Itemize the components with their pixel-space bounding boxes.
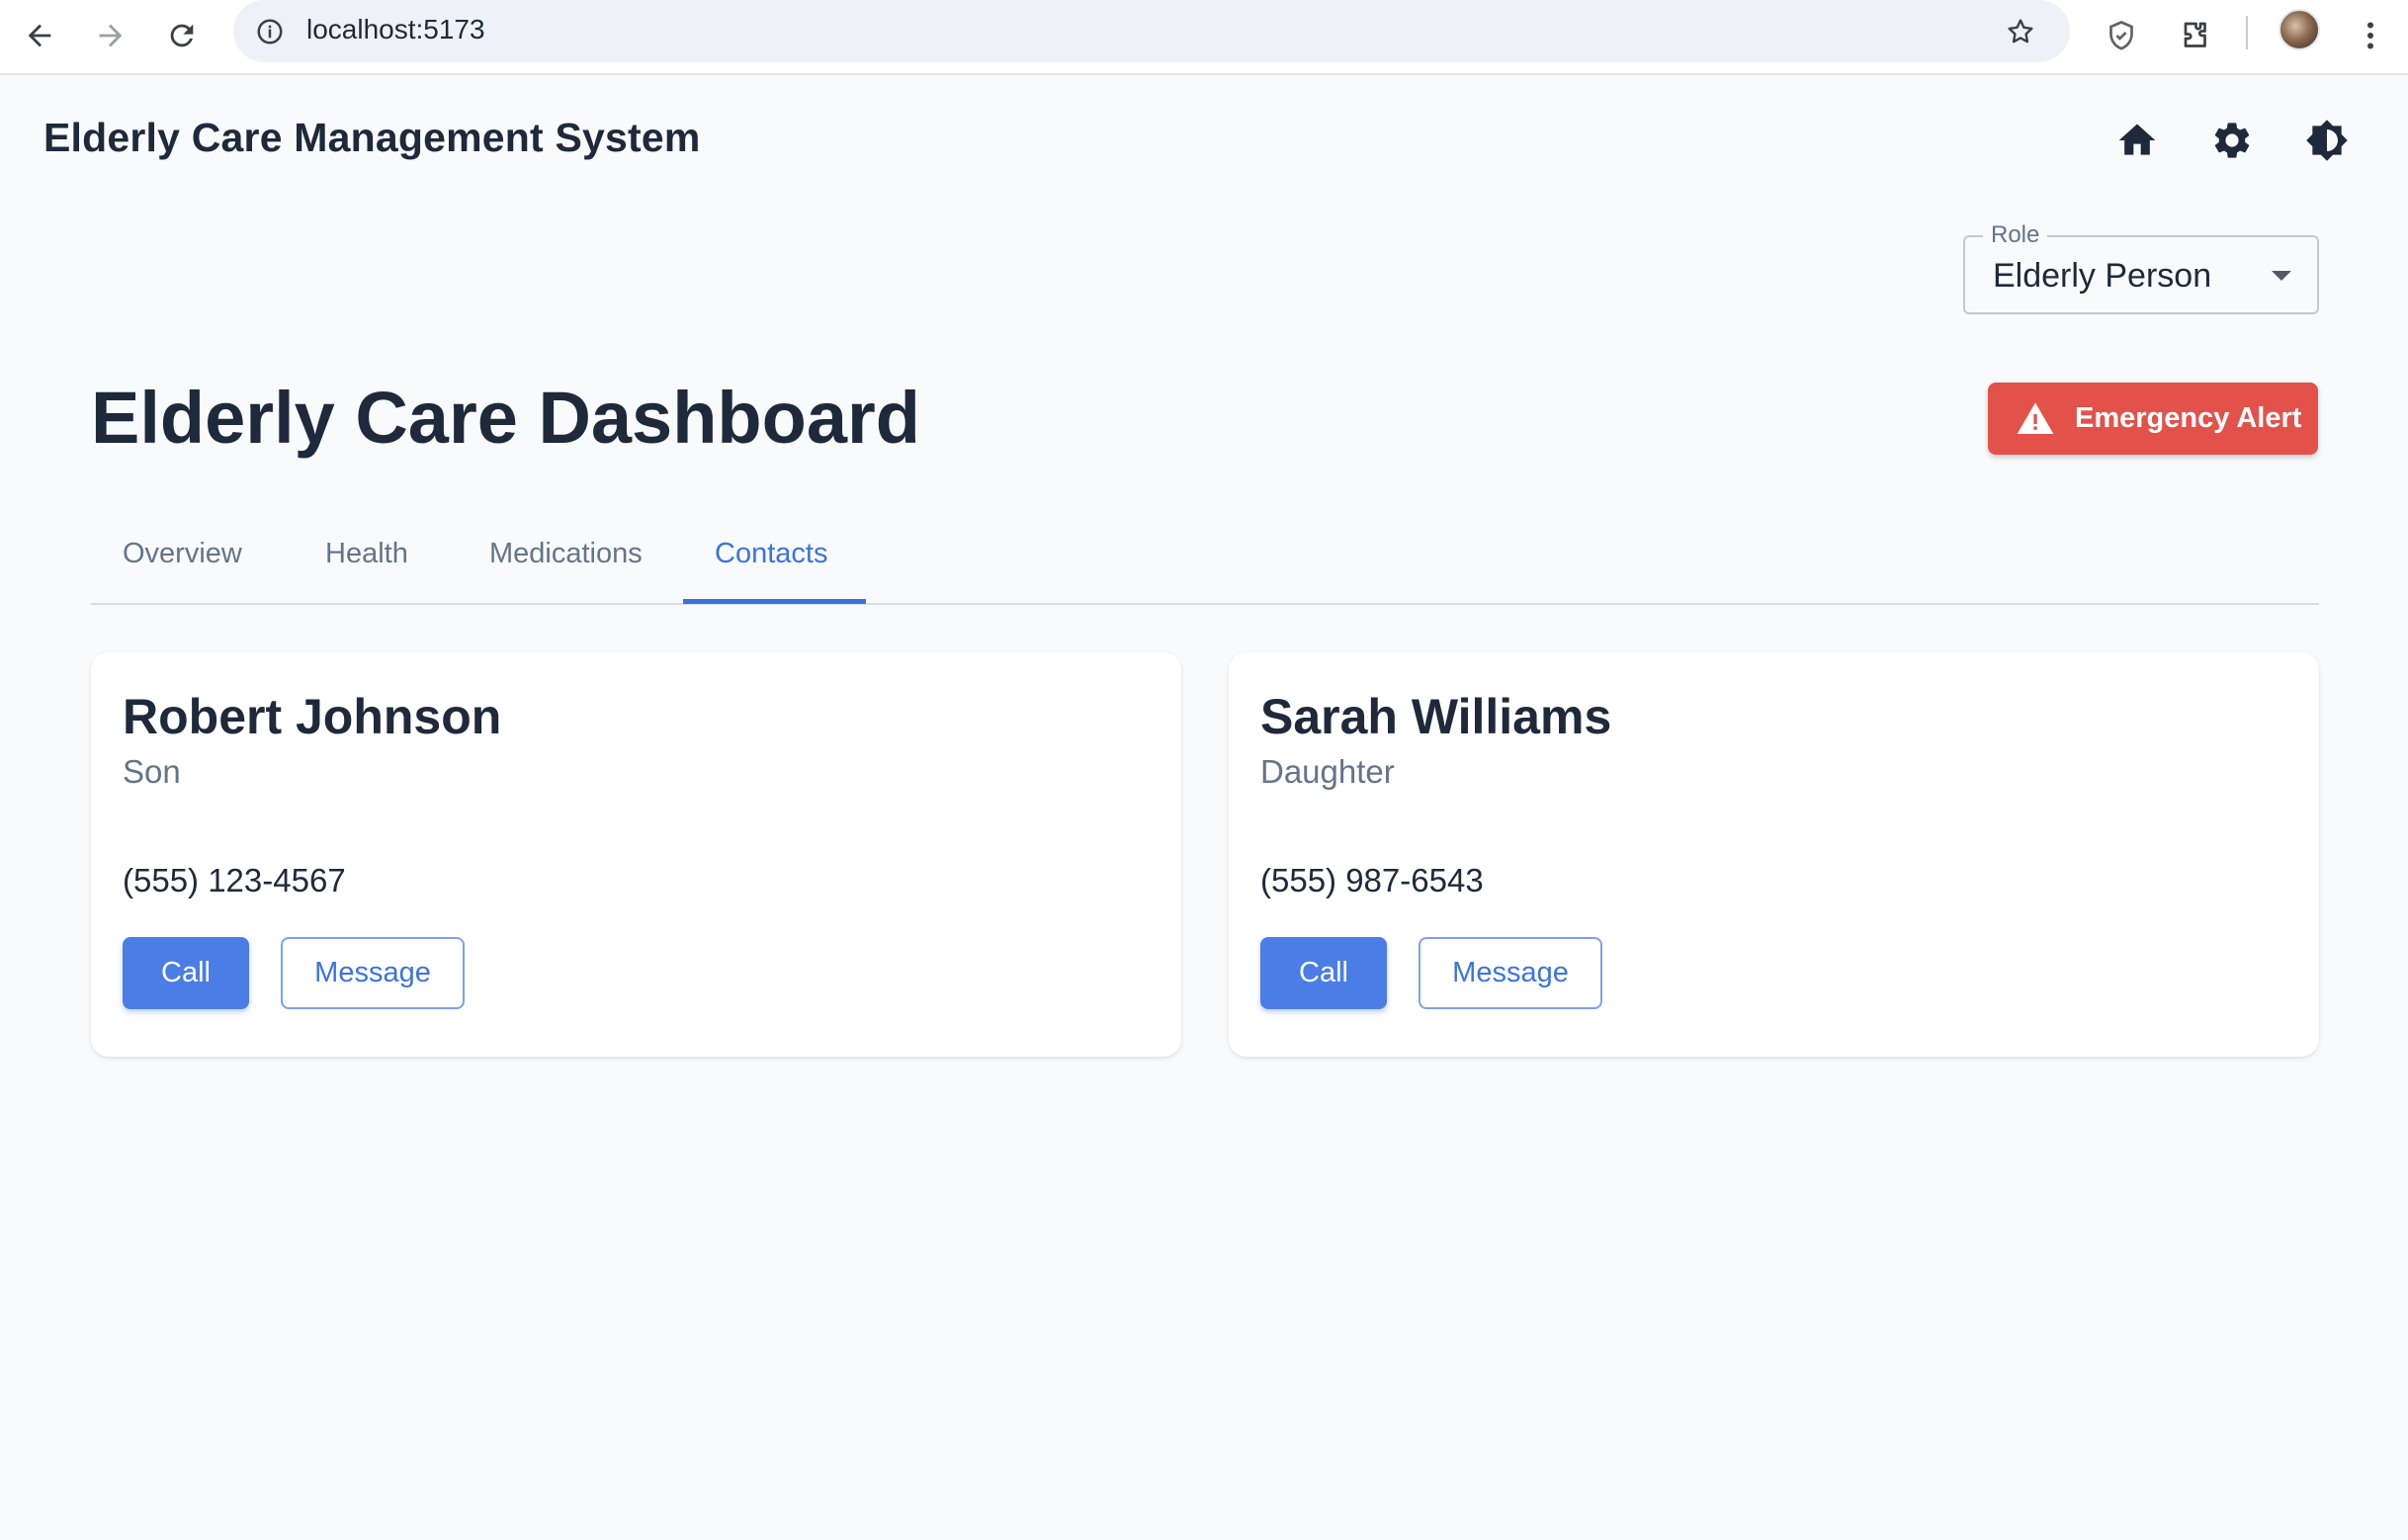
contact-name: Robert Johnson — [123, 689, 502, 744]
contact-phone: (555) 123-4567 — [123, 862, 346, 898]
page-title: Elderly Care Dashboard — [91, 377, 920, 459]
contact-phone: (555) 987-6543 — [1260, 862, 1484, 898]
profile-avatar[interactable] — [2279, 9, 2320, 50]
back-arrow-icon[interactable] — [12, 8, 67, 63]
call-button[interactable]: Call — [1260, 937, 1387, 1009]
app-title: Elderly Care Management System — [43, 115, 701, 160]
message-button[interactable]: Message — [281, 937, 465, 1009]
message-button[interactable]: Message — [1419, 937, 1602, 1009]
contact-relation: Son — [123, 753, 181, 790]
chevron-down-icon[interactable] — [2272, 271, 2291, 281]
role-label: Role — [1983, 221, 2048, 249]
reload-icon[interactable] — [154, 8, 210, 63]
toolbar-divider — [2246, 16, 2248, 49]
emergency-alert-button[interactable]: Emergency Alert — [1988, 383, 2318, 455]
contact-card: Sarah Williams Daughter (555) 987-6543 C… — [1229, 652, 2319, 1057]
url-text[interactable]: localhost:5173 — [306, 14, 485, 45]
brightness-icon[interactable] — [2301, 115, 2353, 166]
role-select[interactable]: Role Elderly Person — [1963, 221, 2319, 314]
tab-medications[interactable]: Medications — [489, 538, 643, 570]
emergency-alert-label: Emergency Alert — [2075, 402, 2302, 434]
tab-bar: Overview Health Medications Contacts — [91, 514, 2319, 605]
browser-toolbar: localhost:5173 — [0, 0, 2408, 75]
tab-overview[interactable]: Overview — [123, 538, 242, 570]
address-bar[interactable]: localhost:5173 — [233, 0, 2070, 62]
tab-contacts[interactable]: Contacts — [715, 538, 827, 570]
contact-card: Robert Johnson Son (555) 123-4567 Call M… — [91, 652, 1181, 1057]
warning-icon — [2016, 399, 2055, 439]
star-icon[interactable] — [2001, 12, 2040, 51]
contact-name: Sarah Williams — [1260, 689, 1612, 744]
home-icon[interactable] — [2111, 115, 2163, 166]
active-tab-indicator — [683, 599, 866, 604]
role-value[interactable]: Elderly Person — [1993, 257, 2211, 296]
contact-relation: Daughter — [1260, 753, 1395, 790]
info-icon[interactable] — [251, 13, 289, 50]
kebab-menu-icon[interactable] — [2345, 10, 2396, 61]
call-button[interactable]: Call — [123, 937, 249, 1009]
shield-icon[interactable] — [2096, 10, 2147, 61]
gear-icon[interactable] — [2206, 115, 2258, 166]
forward-arrow-icon[interactable] — [83, 8, 138, 63]
tab-health[interactable]: Health — [325, 538, 408, 570]
puzzle-icon[interactable] — [2169, 10, 2220, 61]
